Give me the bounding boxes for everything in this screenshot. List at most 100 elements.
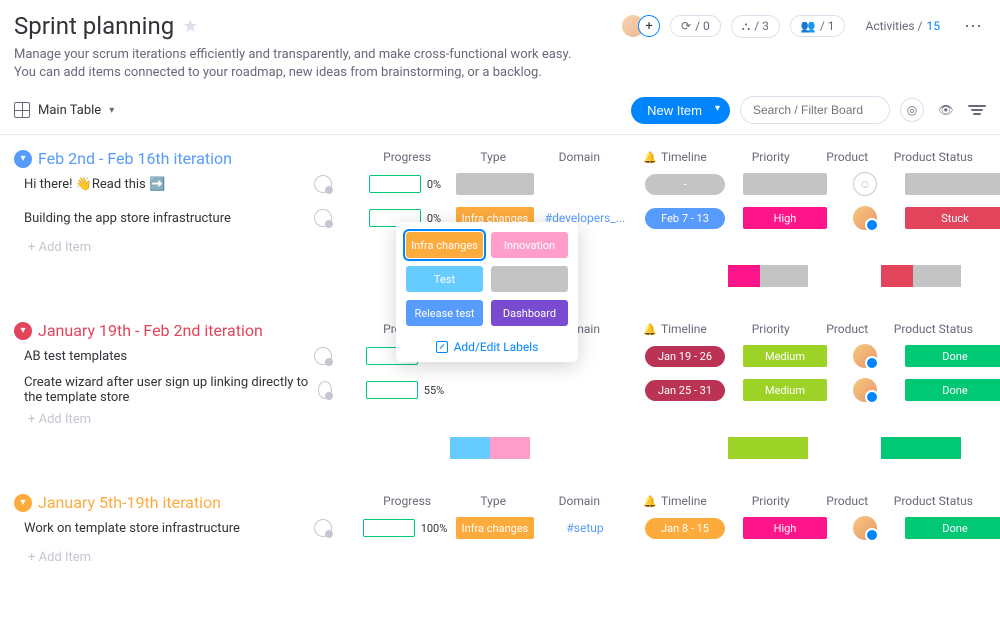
counter-pill-2[interactable]: ⛬/ 3 <box>731 15 780 38</box>
add-item-button[interactable]: + Add Item <box>14 550 986 565</box>
bell-icon: 🔔 <box>643 323 657 336</box>
favorite-star-icon[interactable]: ★ <box>182 16 198 37</box>
page-title: Sprint planning <box>14 12 174 40</box>
column-header-domain[interactable]: Domain <box>536 150 622 164</box>
priority-cell[interactable]: High <box>740 516 830 540</box>
column-header-status[interactable]: Product Status <box>881 322 986 336</box>
progress-cell[interactable]: 100% <box>360 516 450 540</box>
filter-icon[interactable] <box>968 105 986 115</box>
summary-stack <box>728 437 808 459</box>
counter-pill-1[interactable]: ⟳/ 0 <box>670 15 721 37</box>
group-collapse-toggle[interactable]: ▾ <box>14 150 32 168</box>
add-edit-labels-link[interactable]: Add/Edit Labels <box>406 334 568 356</box>
item-name[interactable]: Hi there! 👋Read this ➡️ <box>14 175 340 193</box>
column-header-domain[interactable]: Domain <box>536 494 622 508</box>
priority-cell[interactable]: Medium <box>740 344 830 368</box>
item-name[interactable]: Create wizard after user sign up linking… <box>14 375 340 405</box>
group-title[interactable]: January 19th - Feb 2nd iteration <box>38 321 263 340</box>
column-header-product[interactable]: Product <box>814 494 881 508</box>
priority-cell[interactable]: Medium <box>740 378 830 402</box>
activities-link[interactable]: Activities /15 <box>855 16 950 36</box>
avatar <box>853 206 877 230</box>
type-option[interactable]: Dashboard <box>491 300 568 326</box>
view-switcher[interactable]: Main Table ▾ <box>14 102 114 118</box>
column-header-priority[interactable]: Priority <box>728 150 814 164</box>
eye-icon[interactable]: 👁 <box>934 98 958 122</box>
progress-cell[interactable]: 55% <box>360 378 450 402</box>
column-header-priority[interactable]: Priority <box>728 322 814 336</box>
timeline-cell[interactable]: - <box>630 172 740 196</box>
timeline-cell[interactable]: Jan 19 - 26 <box>630 344 740 368</box>
timeline-cell[interactable]: Jan 25 - 31 <box>630 378 740 402</box>
column-header-progress[interactable]: Progress <box>364 150 450 164</box>
group-collapse-toggle[interactable]: ▾ <box>14 494 32 512</box>
product-owner-cell[interactable] <box>830 516 900 540</box>
item-name[interactable]: AB test templates <box>14 347 340 365</box>
timeline-cell[interactable]: Jan 8 - 15 <box>630 516 740 540</box>
conversation-icon[interactable] <box>314 175 332 193</box>
counter-pill-3[interactable]: 👥/ 1 <box>790 15 846 37</box>
status-cell[interactable]: Done <box>900 344 1000 368</box>
group-title[interactable]: Feb 2nd - Feb 16th iteration <box>38 149 232 168</box>
bell-icon: 🔔 <box>643 495 657 508</box>
domain-cell[interactable] <box>540 172 630 196</box>
bell-icon: 🔔 <box>643 151 657 164</box>
product-owner-cell[interactable]: ☺ <box>830 172 900 196</box>
column-header-status[interactable]: Product Status <box>881 150 986 164</box>
type-option[interactable]: Infra changes <box>406 232 483 258</box>
domain-cell[interactable] <box>540 378 630 402</box>
conversation-icon[interactable] <box>314 519 332 537</box>
person-filter-icon[interactable]: ◎ <box>900 98 924 122</box>
conversation-icon[interactable] <box>314 347 332 365</box>
summary-stack <box>728 265 808 287</box>
view-name: Main Table <box>38 103 101 118</box>
add-item-button[interactable]: + Add Item <box>14 412 986 427</box>
product-owner-cell[interactable] <box>830 344 900 368</box>
new-item-button[interactable]: New Item <box>631 97 730 124</box>
conversation-icon[interactable] <box>318 381 332 399</box>
column-header-product[interactable]: Product <box>814 322 881 336</box>
column-header-timeline[interactable]: 🔔Timeline <box>622 322 727 336</box>
column-header-progress[interactable]: Progress <box>364 494 450 508</box>
avatar <box>853 344 877 368</box>
status-cell[interactable]: Done <box>900 378 1000 402</box>
timeline-cell[interactable]: Feb 7 - 13 <box>630 206 740 230</box>
type-cell[interactable]: Infra changes <box>450 516 540 540</box>
group-collapse-toggle[interactable]: ▾ <box>14 322 32 340</box>
type-cell[interactable] <box>450 172 540 196</box>
avatar <box>853 516 877 540</box>
type-option[interactable]: Innovation <box>491 232 568 258</box>
column-header-type[interactable]: Type <box>450 150 536 164</box>
more-menu-icon[interactable]: ⋯ <box>960 16 986 37</box>
column-header-type[interactable]: Type <box>450 494 536 508</box>
header-actions: + ⟳/ 0 ⛬/ 3 👥/ 1 Activities /15 ⋯ <box>622 15 986 38</box>
item-name[interactable]: Work on template store infrastructure <box>14 519 340 537</box>
invite-icon[interactable]: + <box>638 15 660 37</box>
summary-stack <box>881 265 961 287</box>
column-header-timeline[interactable]: 🔔Timeline <box>622 150 727 164</box>
conversation-icon[interactable] <box>314 209 332 227</box>
product-owner-cell[interactable] <box>830 206 900 230</box>
item-name[interactable]: Building the app store infrastructure <box>14 209 340 227</box>
search-input[interactable] <box>740 96 890 124</box>
column-header-status[interactable]: Product Status <box>881 494 986 508</box>
column-header-priority[interactable]: Priority <box>728 494 814 508</box>
status-cell[interactable] <box>900 172 1000 196</box>
product-owner-cell[interactable] <box>830 378 900 402</box>
type-option[interactable]: Release test <box>406 300 483 326</box>
domain-cell[interactable]: #setup <box>540 516 630 540</box>
board-description: Manage your scrum iterations efficiently… <box>14 46 594 82</box>
column-header-product[interactable]: Product <box>814 150 881 164</box>
priority-cell[interactable]: High <box>740 206 830 230</box>
type-option[interactable] <box>491 266 568 292</box>
avatar <box>853 378 877 402</box>
avatar-placeholder-icon: ☺ <box>853 172 877 196</box>
status-cell[interactable]: Stuck <box>900 206 1000 230</box>
type-option[interactable]: Test <box>406 266 483 292</box>
type-cell[interactable] <box>450 378 540 402</box>
progress-cell[interactable]: 0% <box>360 172 450 196</box>
group-title[interactable]: January 5th-19th iteration <box>38 493 221 512</box>
priority-cell[interactable] <box>740 172 830 196</box>
column-header-timeline[interactable]: 🔔Timeline <box>622 494 727 508</box>
status-cell[interactable]: Done <box>900 516 1000 540</box>
